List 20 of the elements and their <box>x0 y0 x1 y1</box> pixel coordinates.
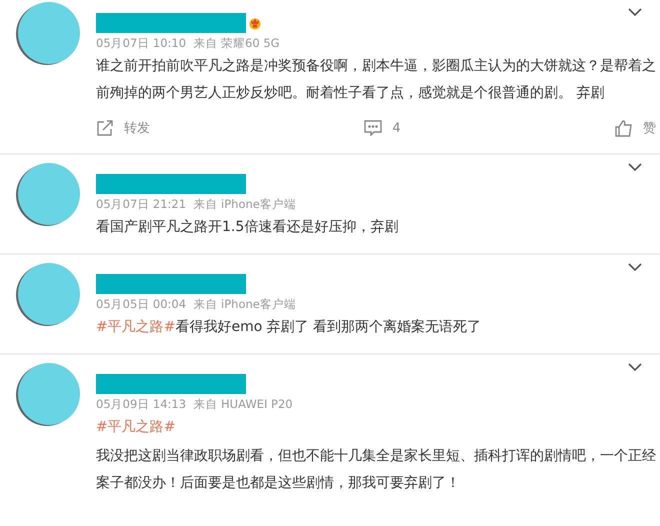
hashtag-link[interactable]: #平凡之路# <box>96 319 176 335</box>
comment-text: 谁之前开拍前吹平凡之路是冲奖预备役啊，剧本牛逼，影圈瓜主认为的大饼就这？是帮着之前殉掉的两个男艺人正炒反炒吧。耐着性子看了点，感觉就是个很普通的剧。 弃剧 <box>96 57 657 103</box>
comment-meta: 05月07日 10:10 来自 荣耀60 5G <box>96 36 281 51</box>
hashtag-link[interactable]: #平凡之路# <box>96 419 176 435</box>
chevron-down-icon[interactable] <box>628 163 642 171</box>
comment-count[interactable]: 4 <box>392 120 401 136</box>
comment-text: 我没把这剧当律政职场剧看，但也不能十几集全是家长里短、插科打诨的剧情吧，一个正经案子都没办！后面要是也都是这些剧情，那我可要弃剧了！ <box>96 447 657 493</box>
comment-icon[interactable] <box>364 120 382 136</box>
repost-label[interactable]: 转发 <box>124 119 150 137</box>
like-label[interactable]: 赞 <box>643 119 656 137</box>
chevron-down-icon[interactable] <box>628 8 642 16</box>
comment-meta: 05月09日 14:13 来自 HUAWEI P20 <box>96 397 294 412</box>
share-icon[interactable] <box>96 119 114 137</box>
comment-text: 看国产剧平凡之路开1.5倍速看还是好压抑，弃剧 <box>96 218 400 237</box>
chevron-down-icon[interactable] <box>628 363 642 371</box>
comment-meta: 05月05日 00:04 来自 iPhone客户端 <box>96 297 297 312</box>
comment-text: #平凡之路#看得我好emo 弃剧了 看到那两个离婚案无语死了 <box>96 318 482 337</box>
chevron-down-icon[interactable] <box>628 263 642 271</box>
thumbs-up-icon[interactable] <box>615 119 633 137</box>
comment-meta: 05月07日 21:21 来自 iPhone客户端 <box>96 197 297 212</box>
